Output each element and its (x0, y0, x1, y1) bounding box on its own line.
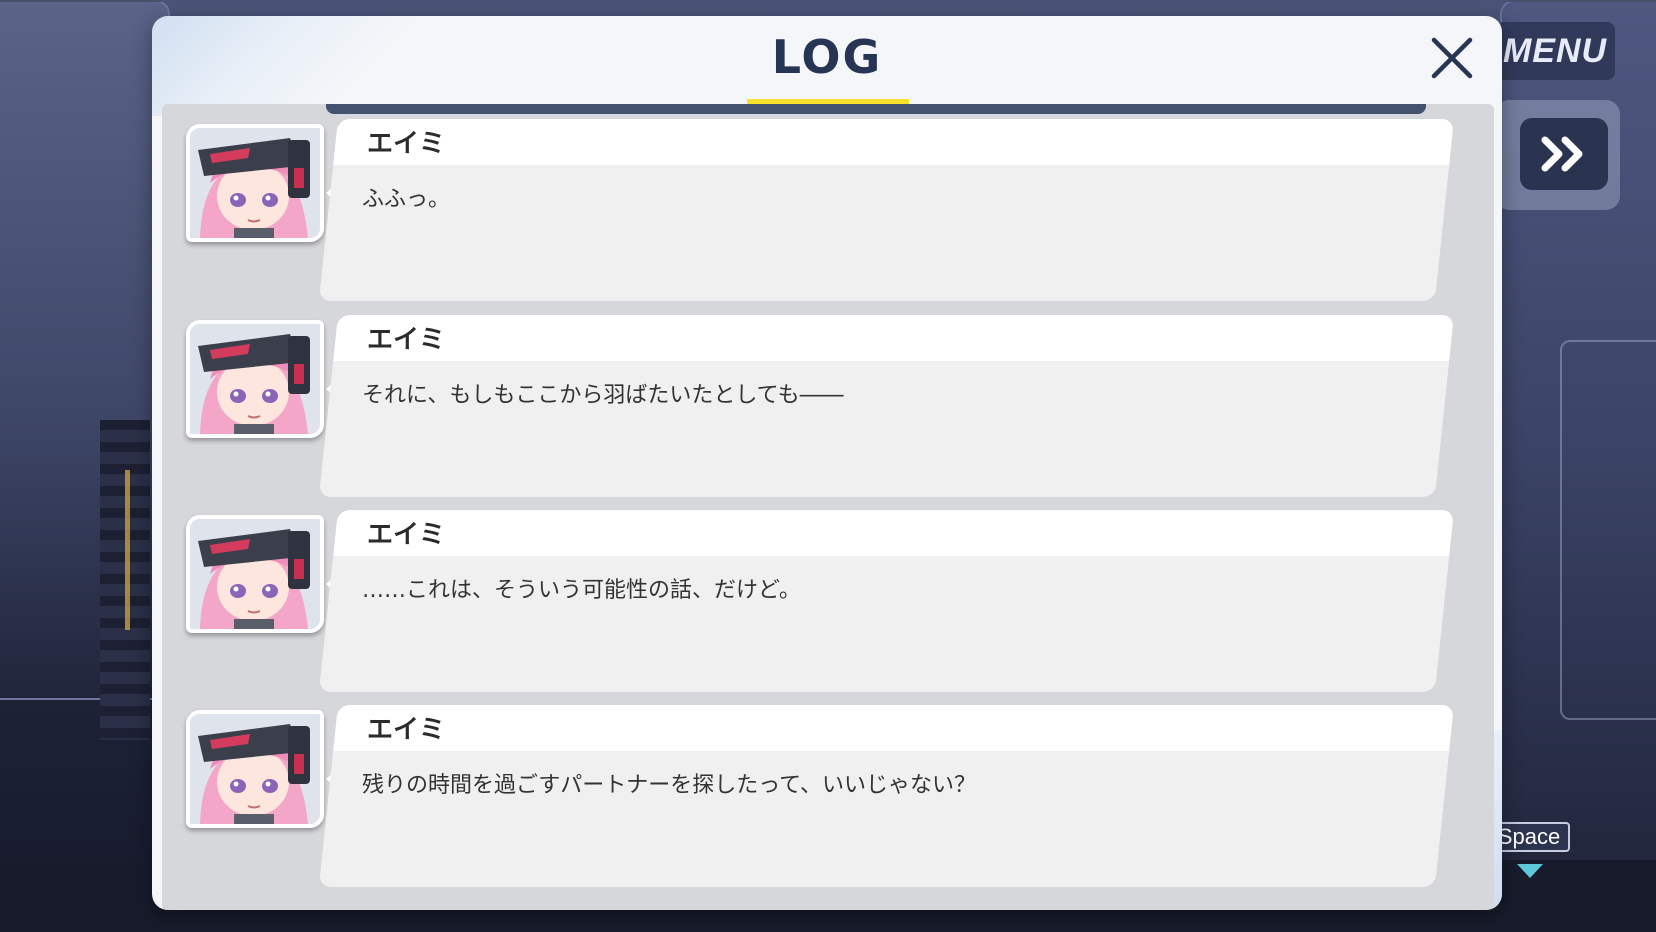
log-entry: エイミ ……これは、そういう可能性の話、だけど。 (162, 510, 1494, 692)
dialogue-text: ふふっ。 (362, 187, 451, 212)
dialogue-text: 残りの時間を過ごすパートナーを探したって、いいじゃない？ (362, 773, 977, 798)
scroll-edge (326, 104, 1426, 114)
speaker-name: エイミ (367, 715, 446, 745)
fast-forward-icon (1541, 136, 1583, 172)
log-title: LOG (771, 30, 883, 84)
speaker-portrait (186, 124, 324, 242)
speaker-name: エイミ (367, 520, 446, 550)
log-header: LOG (152, 16, 1502, 106)
speaker-portrait (186, 320, 324, 438)
speaker-portrait (186, 515, 324, 633)
name-bar (333, 705, 1454, 751)
character-avatar-icon (190, 519, 320, 629)
log-window: LOG エイミ ふふっ。 エイミ それに、もしもここから羽ばたいたとしても―― … (152, 16, 1502, 910)
bg-light-strip (125, 470, 130, 630)
speaker-name: エイミ (367, 325, 446, 355)
menu-button[interactable]: MENU (1495, 22, 1615, 80)
speaker-portrait (186, 710, 324, 828)
log-entry: エイミ ふふっ。 (162, 119, 1494, 301)
close-icon (1431, 37, 1473, 79)
character-avatar-icon (190, 324, 320, 434)
dialogue-text: それに、もしもここから羽ばたいたとしても―― (362, 383, 844, 408)
log-list[interactable]: エイミ ふふっ。 エイミ それに、もしもここから羽ばたいたとしても―― エイミ … (162, 104, 1494, 910)
character-avatar-icon (190, 714, 320, 824)
character-avatar-icon (190, 128, 320, 238)
bg-panel-right (1560, 340, 1656, 720)
name-bar (333, 510, 1454, 556)
fast-forward-button[interactable] (1520, 118, 1608, 190)
name-bar (333, 315, 1454, 361)
close-button[interactable] (1422, 28, 1482, 88)
log-entry: エイミ それに、もしもここから羽ばたいたとしても―― (162, 315, 1494, 497)
log-entry: エイミ 残りの時間を過ごすパートナーを探したって、いいじゃない？ (162, 705, 1494, 887)
dialogue-text: ……これは、そういう可能性の話、だけど。 (362, 578, 801, 603)
next-arrow-icon (1517, 864, 1543, 878)
speaker-name: エイミ (367, 129, 446, 159)
name-bar (333, 119, 1454, 165)
